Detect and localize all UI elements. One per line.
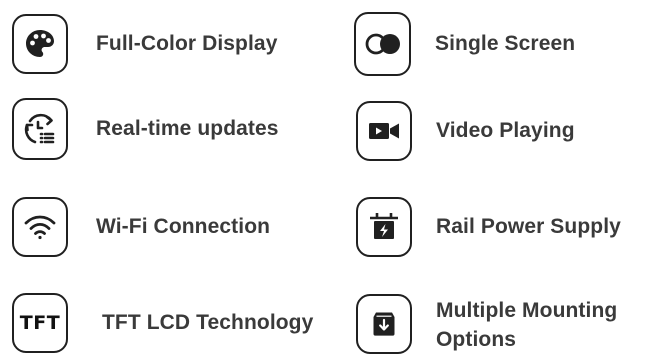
feature-tft-lcd-technology: TFT TFT LCD Technology <box>12 293 313 353</box>
video-camera-icon <box>356 101 412 161</box>
feature-label: Single Screen <box>435 32 576 55</box>
feature-rail-power-supply: Rail Power Supply <box>356 197 621 257</box>
toggle-circles-icon <box>354 12 411 76</box>
feature-label: TFT LCD Technology <box>102 311 314 334</box>
feature-wifi-connection: Wi-Fi Connection <box>12 197 270 257</box>
feature-label: Full-Color Display <box>96 32 278 55</box>
wifi-icon <box>12 197 68 257</box>
feature-label: Wi-Fi Connection <box>96 215 271 238</box>
tft-text-icon: TFT <box>12 293 68 353</box>
feature-label: Real-time updates <box>96 117 279 140</box>
feature-label: Video Playing <box>436 119 575 142</box>
feature-single-screen: Single Screen <box>354 12 575 76</box>
feature-label: Multiple Mounting Options <box>436 299 618 351</box>
box-download-icon <box>356 294 412 354</box>
refresh-list-icon <box>12 98 68 160</box>
feature-label: Rail Power Supply <box>436 215 621 238</box>
battery-bolt-icon <box>356 197 412 257</box>
feature-multiple-mounting-options: Multiple Mounting Options <box>356 294 646 354</box>
feature-video-playing: Video Playing <box>356 101 575 161</box>
palette-icon <box>12 14 68 74</box>
feature-full-color-display: Full-Color Display <box>12 14 277 74</box>
feature-real-time-updates: Real-time updates <box>12 98 279 160</box>
tft-icon-text: TFT <box>19 312 61 334</box>
